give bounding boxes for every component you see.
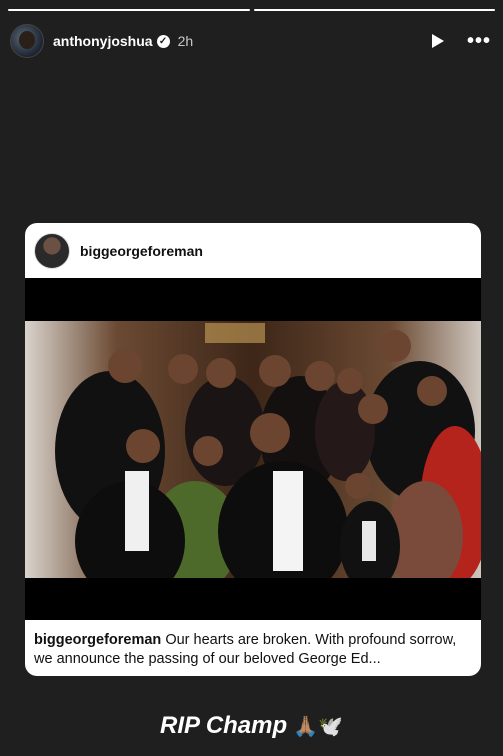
post-author-avatar[interactable] [34,232,70,269]
story-progress [8,9,495,11]
card-header: biggeorgeforeman [25,223,481,278]
post-caption: biggeorgeforeman Our hearts are broken. … [34,631,471,669]
family-photo [25,321,481,578]
caption-username[interactable]: biggeorgeforeman [34,632,161,648]
verified-icon: ✓ [156,34,170,48]
post-media[interactable] [25,278,481,620]
sticker-text: RIP Champ [160,712,288,739]
story-header: anthonyjoshua ✓ 2h ••• [10,24,491,58]
story-sticker: RIP Champ 🙏🏽🕊️ [0,712,503,740]
play-icon[interactable] [429,32,447,50]
post-author-username[interactable]: biggeorgeforeman [80,243,203,259]
progress-segment [8,9,250,11]
shared-post-card[interactable]: biggeorgeforeman biggeorgeforeman Our he… [25,223,481,676]
pray-dove-icon: 🙏🏽🕊️ [293,716,343,738]
more-icon[interactable]: ••• [467,31,491,51]
avatar[interactable] [10,24,44,58]
post-time: 2h [177,33,194,49]
story-username[interactable]: anthonyjoshua [53,33,153,49]
progress-segment [253,9,495,11]
